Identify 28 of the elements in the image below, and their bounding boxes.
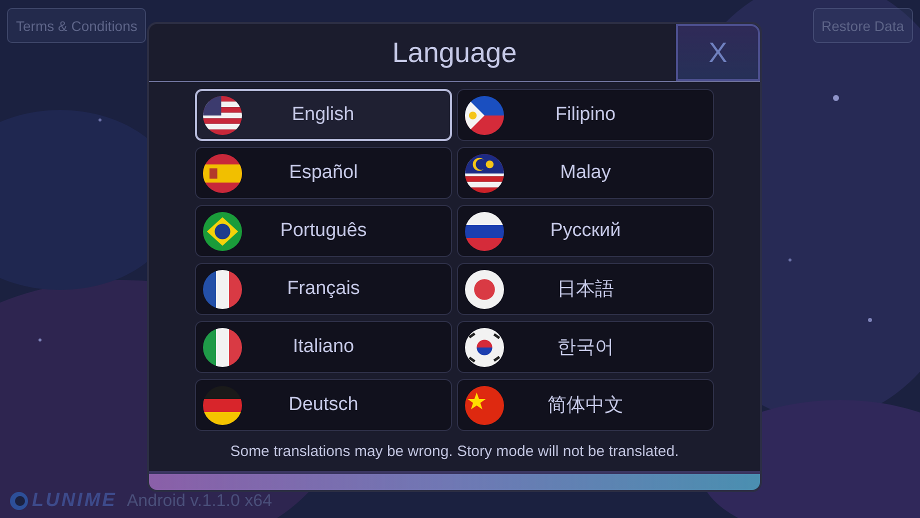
language-option[interactable]: Français bbox=[195, 263, 452, 315]
note-text: Some translations may be wrong. Story mode will not be translated. bbox=[229, 443, 680, 460]
flag-icon bbox=[203, 212, 242, 250]
flag-icon bbox=[465, 154, 504, 192]
language-option[interactable]: 日本語 bbox=[457, 263, 714, 315]
language-option[interactable]: Deutsch bbox=[195, 379, 452, 431]
logo-icon bbox=[9, 491, 29, 511]
language-option[interactable]: Italiano bbox=[195, 321, 452, 373]
language-option[interactable]: Русский bbox=[457, 205, 714, 257]
language-option[interactable]: Filipino bbox=[457, 89, 714, 141]
language-option[interactable]: Español bbox=[195, 147, 452, 199]
flag-icon bbox=[465, 328, 504, 366]
language-option[interactable]: 한국어 bbox=[457, 321, 714, 373]
flag-icon bbox=[203, 328, 242, 366]
language-option[interactable]: English bbox=[195, 89, 452, 141]
logo-text: LUNIME bbox=[32, 490, 117, 512]
language-option[interactable]: 简体中文 bbox=[457, 379, 714, 431]
flag-icon bbox=[465, 212, 504, 250]
language-option[interactable]: Português bbox=[195, 205, 452, 257]
dialog-title: Language bbox=[392, 36, 517, 68]
flag-icon bbox=[465, 386, 504, 424]
language-option[interactable]: Malay bbox=[457, 147, 714, 199]
flag-icon bbox=[203, 386, 242, 424]
flag-icon bbox=[203, 270, 242, 308]
flag-icon bbox=[465, 96, 504, 134]
flag-icon bbox=[203, 96, 242, 134]
flag-icon bbox=[203, 154, 242, 192]
flag-icon bbox=[465, 270, 504, 308]
